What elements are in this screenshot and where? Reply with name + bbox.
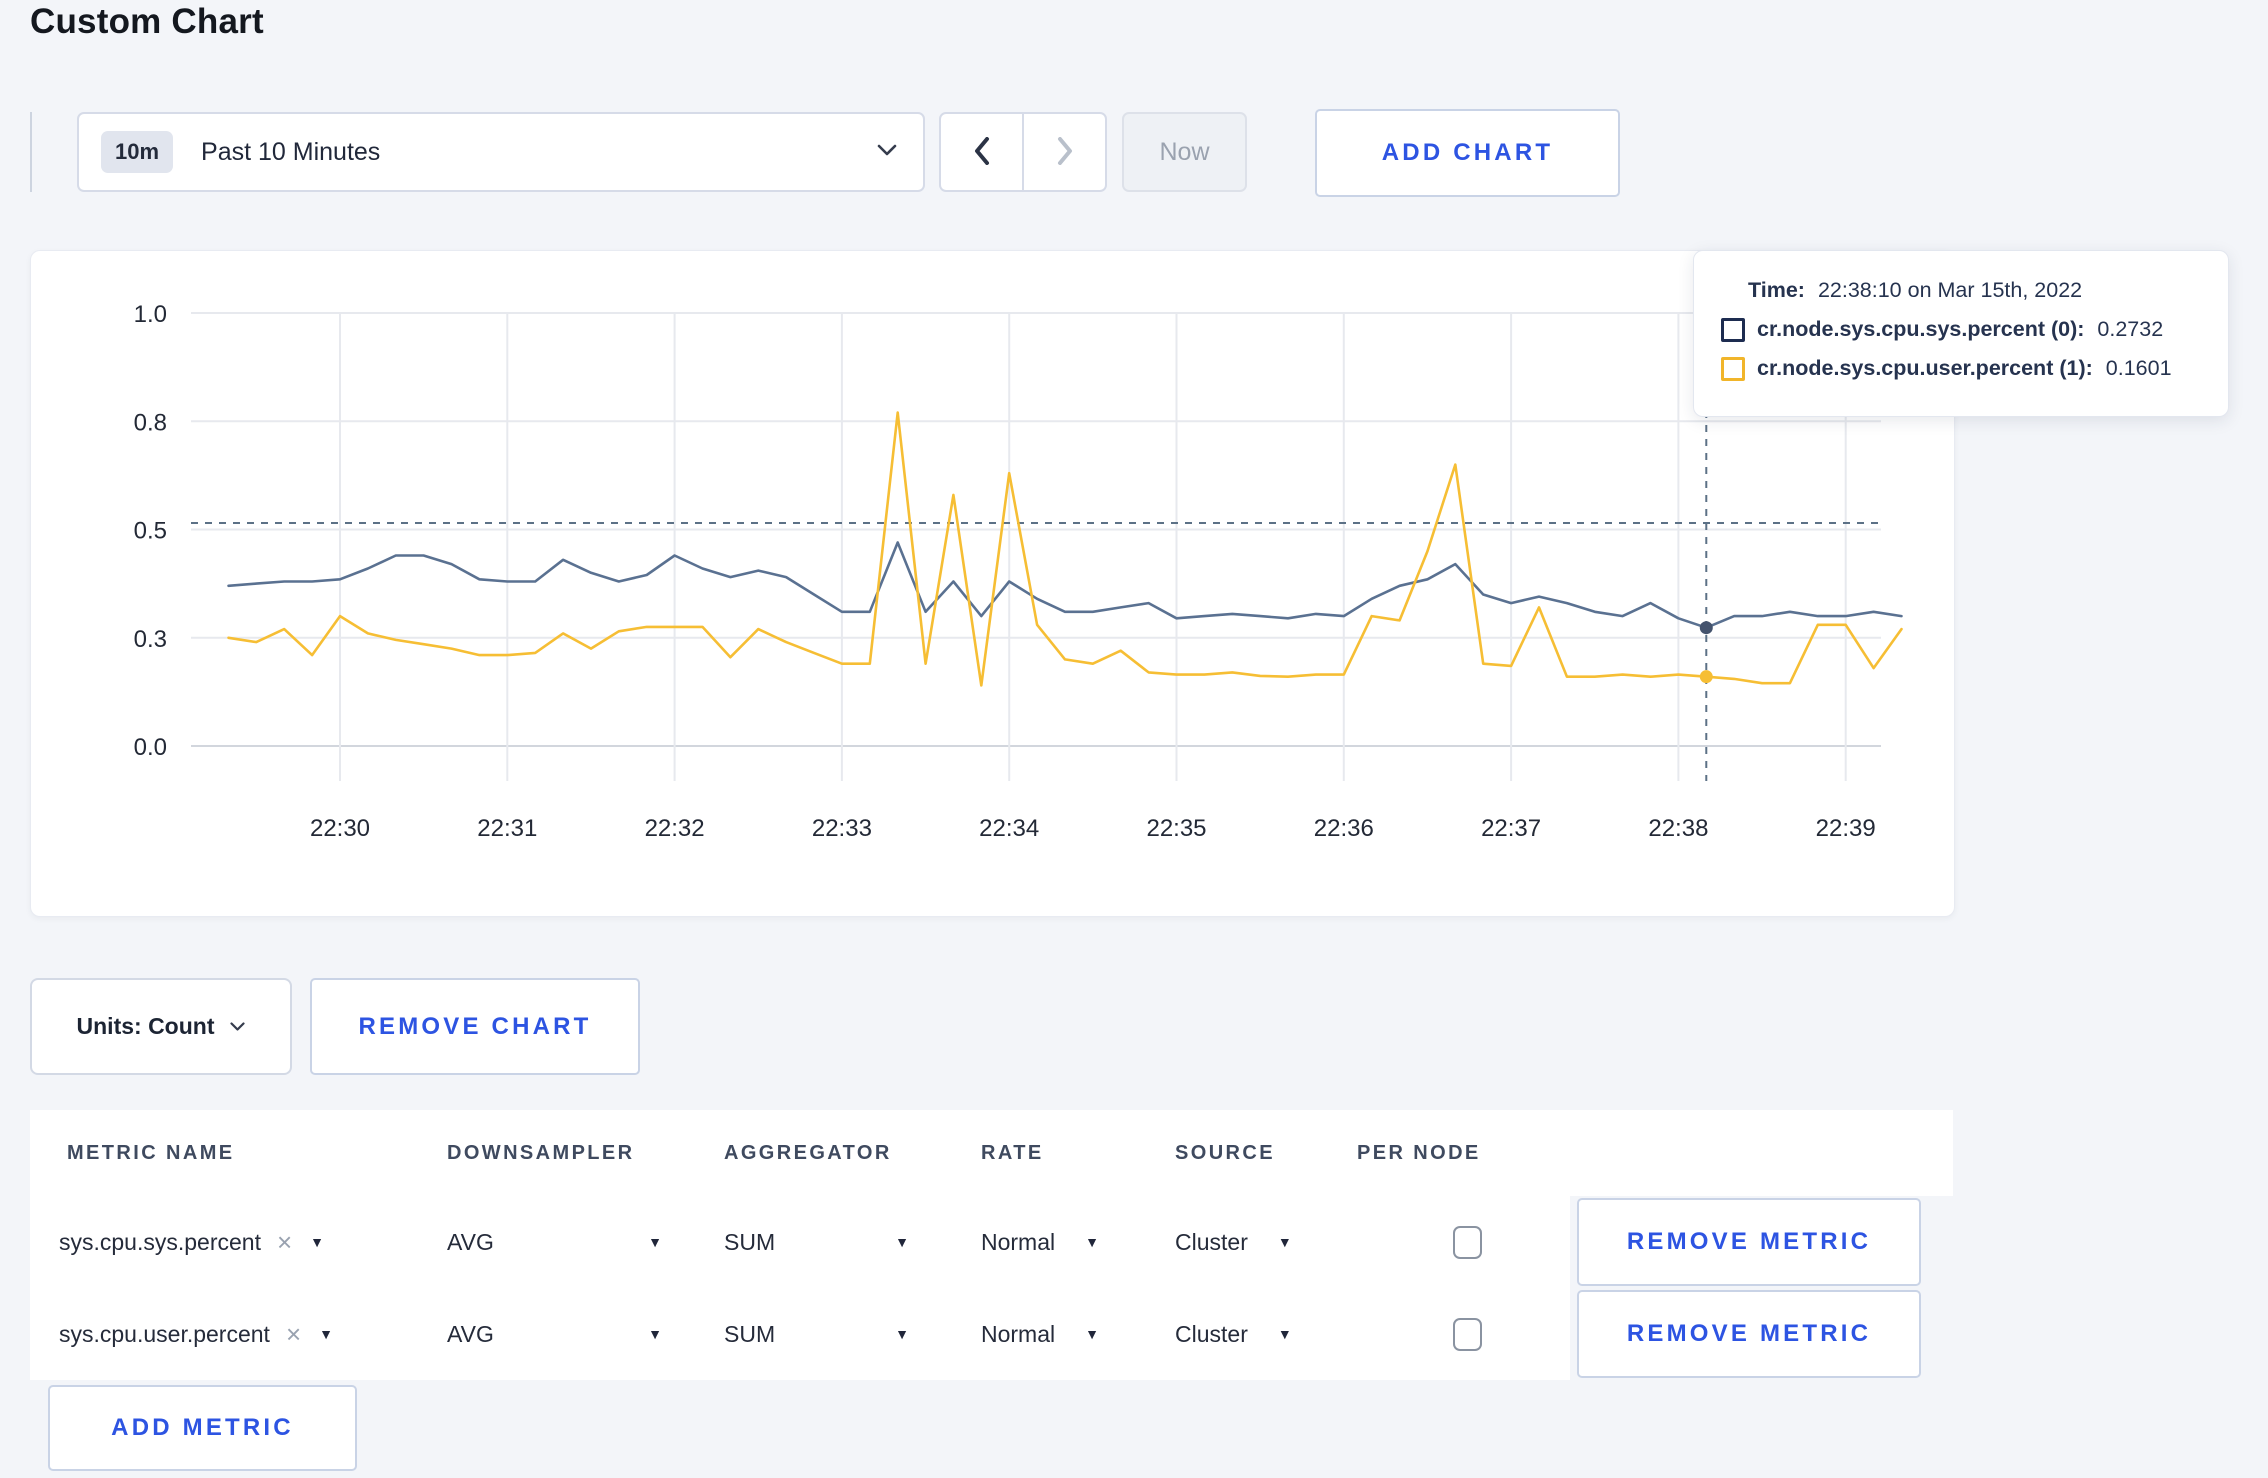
crosshair-dot-0 (1699, 621, 1713, 635)
table-row: sys.cpu.sys.percent × ▼ AVG ▼ SUM ▼ Norm… (30, 1196, 1953, 1288)
column-header-per-node: PER NODE (1357, 1141, 1481, 1164)
chevron-down-icon (877, 143, 897, 161)
y-axis-tick-label: 0.3 (134, 626, 167, 653)
x-axis-tick-label: 22:38 (1648, 815, 1708, 842)
metrics-table-header: METRIC NAME DOWNSAMPLER AGGREGATOR RATE … (30, 1110, 1953, 1196)
chevron-down-icon (230, 1018, 246, 1036)
units-label: Units: Count (76, 1013, 215, 1039)
tooltip-metric-value: 0.1601 (2105, 356, 2172, 380)
aggregator-value: SUM (724, 1320, 776, 1347)
aggregator-select[interactable]: SUM ▼ (724, 1321, 909, 1348)
chevron-left-icon (974, 136, 990, 168)
x-axis-tick-label: 22:31 (477, 815, 537, 842)
next-range-button[interactable] (1024, 114, 1105, 190)
metrics-table: METRIC NAME DOWNSAMPLER AGGREGATOR RATE … (30, 1110, 1953, 1380)
toolbar: 10m Past 10 Minutes Now ADD CHART (0, 109, 2268, 202)
y-gridlines: 0.0 0.3 0.5 0.8 1.0 (134, 301, 1881, 761)
y-axis-tick-label: 0.5 (134, 518, 167, 545)
per-node-checkbox[interactable] (1452, 1225, 1482, 1259)
downsampler-value: AVG (447, 1228, 494, 1255)
y-axis-tick-label: 0.8 (134, 409, 167, 436)
tooltip-metric-label: cr.node.sys.cpu.sys.percent (0): (1757, 317, 2085, 341)
prev-range-button[interactable] (941, 114, 1024, 190)
x-axis-tick-label: 22:35 (1146, 815, 1206, 842)
y-axis-tick-label: 1.0 (134, 301, 167, 328)
add-metric-button[interactable]: ADD METRIC (48, 1385, 357, 1471)
metric-name-select[interactable]: sys.cpu.sys.percent × ▼ (59, 1229, 447, 1256)
aggregator-select[interactable]: SUM ▼ (724, 1229, 909, 1256)
tooltip-time-label: Time: (1748, 278, 1805, 302)
source-value: Cluster (1175, 1228, 1248, 1255)
x-axis-tick-label: 22:33 (812, 815, 872, 842)
column-header-aggregator: AGGREGATOR (724, 1141, 892, 1164)
time-range-select[interactable]: 10m Past 10 Minutes (77, 112, 925, 192)
chart-tooltip: Time: 22:38:10 on Mar 15th, 2022 cr.node… (1693, 250, 2229, 417)
caret-down-icon: ▼ (648, 1326, 662, 1342)
time-range-badge: 10m (101, 131, 174, 173)
tooltip-swatch-1 (1721, 356, 1745, 381)
column-header-downsampler: DOWNSAMPLER (447, 1141, 635, 1164)
column-header-source: SOURCE (1175, 1141, 1275, 1164)
downsampler-select[interactable]: AVG ▼ (447, 1229, 662, 1256)
y-axis-tick-label: 0.0 (134, 734, 167, 761)
tooltip-time-value: 22:38:10 on Mar 15th, 2022 (1817, 278, 2083, 302)
tooltip-metric-label: cr.node.sys.cpu.user.percent (1): (1757, 356, 2093, 380)
caret-down-icon: ▼ (648, 1234, 662, 1250)
metric-name-value: sys.cpu.user.percent (59, 1320, 270, 1347)
time-range-pager (939, 112, 1107, 192)
x-axis-tick-label: 22:36 (1314, 815, 1374, 842)
metric-name-select[interactable]: sys.cpu.user.percent × ▼ (59, 1321, 447, 1348)
rate-select[interactable]: Normal ▼ (981, 1321, 1175, 1348)
caret-down-icon: ▼ (895, 1326, 909, 1342)
x-axis-tick-label: 22:39 (1816, 815, 1876, 842)
clear-metric-icon[interactable]: × (286, 1321, 301, 1347)
series-line-0 (227, 541, 1903, 630)
caret-down-icon: ▼ (895, 1234, 909, 1250)
rate-value: Normal (981, 1320, 1056, 1347)
column-header-metric-name: METRIC NAME (67, 1141, 235, 1164)
remove-metric-button[interactable]: REMOVE METRIC (1577, 1290, 1921, 1378)
x-axis-tick-label: 22:32 (645, 815, 705, 842)
time-range-label: Past 10 Minutes (201, 137, 381, 166)
remove-chart-button[interactable]: REMOVE CHART (310, 978, 640, 1075)
clear-metric-icon[interactable]: × (277, 1229, 292, 1255)
add-chart-button[interactable]: ADD CHART (1315, 109, 1620, 197)
rate-value: Normal (981, 1228, 1056, 1255)
remove-metric-button[interactable]: REMOVE METRIC (1577, 1198, 1921, 1286)
source-select[interactable]: Cluster ▼ (1175, 1321, 1357, 1348)
x-axis-tick-label: 22:30 (310, 815, 370, 842)
downsampler-value: AVG (447, 1320, 494, 1347)
caret-down-icon: ▼ (1085, 1234, 1099, 1250)
source-select[interactable]: Cluster ▼ (1175, 1229, 1357, 1256)
source-value: Cluster (1175, 1320, 1248, 1347)
toolbar-divider (30, 112, 32, 192)
x-gridlines: 22:30 22:31 22:32 22:33 22:34 22:35 22:36 22:37… (310, 313, 1876, 842)
caret-down-icon: ▼ (1085, 1326, 1099, 1342)
caret-down-icon: ▼ (1277, 1326, 1292, 1342)
units-select[interactable]: Units: Count (30, 978, 292, 1075)
chevron-right-icon (1057, 136, 1073, 168)
now-button[interactable]: Now (1122, 112, 1247, 192)
x-axis-tick-label: 22:37 (1481, 815, 1541, 842)
column-header-rate: RATE (981, 1141, 1044, 1164)
downsampler-select[interactable]: AVG ▼ (447, 1321, 662, 1348)
caret-down-icon[interactable]: ▼ (310, 1234, 324, 1250)
chart-panel: 0.0 0.3 0.5 0.8 1.0 22:30 22:31 22:32 22:33 22:34… (30, 250, 1955, 917)
page-title: Custom Chart (30, 2, 264, 41)
caret-down-icon: ▼ (1277, 1234, 1292, 1250)
crosshair-dot-1 (1699, 670, 1713, 684)
table-row: sys.cpu.user.percent × ▼ AVG ▼ SUM ▼ Nor… (30, 1288, 1953, 1380)
aggregator-value: SUM (724, 1228, 776, 1255)
x-axis-tick-label: 22:34 (979, 815, 1039, 842)
per-node-checkbox[interactable] (1452, 1317, 1482, 1351)
tooltip-swatch-0 (1721, 317, 1745, 342)
series-line-1 (227, 411, 1903, 687)
rate-select[interactable]: Normal ▼ (981, 1229, 1175, 1256)
caret-down-icon[interactable]: ▼ (319, 1326, 333, 1342)
line-chart[interactable]: 0.0 0.3 0.5 0.8 1.0 22:30 22:31 22:32 22:33 22:34… (31, 251, 1954, 916)
metric-name-value: sys.cpu.sys.percent (59, 1228, 261, 1255)
tooltip-metric-value: 0.2732 (2097, 317, 2164, 341)
